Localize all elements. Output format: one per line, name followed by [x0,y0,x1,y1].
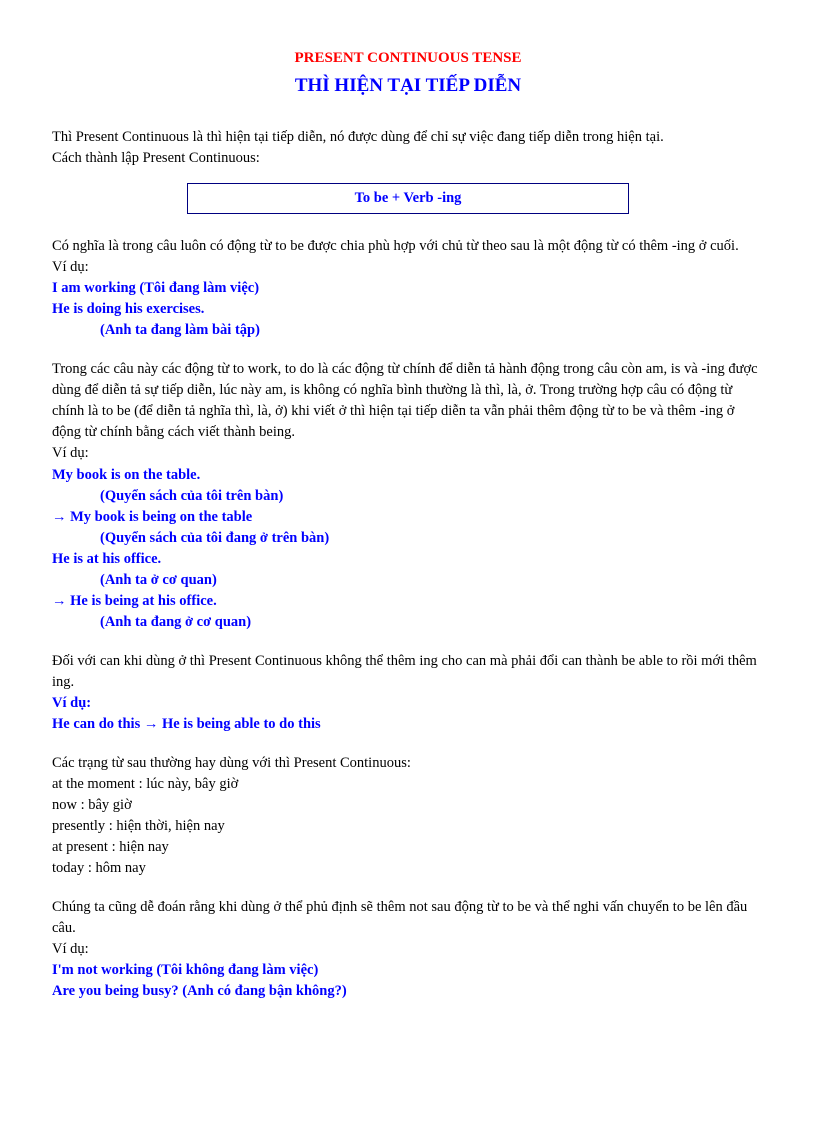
section5-ex1: I'm not working (Tôi không đang làm việc… [52,960,764,981]
section2-ex1: My book is on the table. [52,465,764,486]
section2-p1: Trong các câu này các động từ to work, t… [52,359,764,443]
section4-adv3: presently : hiện thời, hiện nay [52,816,764,837]
title-line1: PRESENT CONTINUOUS TENSE [52,48,764,70]
section4-adv2: now : bây giờ [52,795,764,816]
title-line2: THÌ HIỆN TẠI TIẾP DIỄN [52,72,764,100]
section5-ex2: Are you being busy? (Anh có đang bận khô… [52,981,764,1002]
section1-p1: Có nghĩa là trong câu luôn có động từ to… [52,236,764,257]
section4-adv5: today : hôm nay [52,858,764,879]
intro-p2: Cách thành lập Present Continuous: [52,148,764,169]
section2-ex4b: (Anh ta đang ở cơ quan) [52,612,764,633]
formula-box: To be + Verb -ing [187,183,629,214]
section4-adv1: at the moment : lúc này, bây giờ [52,774,764,795]
section1-ex2: He is doing his exercises. [52,299,764,320]
section4-p1: Các trạng từ sau thường hay dùng với thì… [52,753,764,774]
intro-p1: Thì Present Continuous là thì hiện tại t… [52,127,764,148]
section2-ex1b: (Quyển sách của tôi trên bàn) [52,486,764,507]
title-block: PRESENT CONTINUOUS TENSE THÌ HIỆN TẠI TI… [52,48,764,99]
section3-ex1: He can do this → He is being able to do … [52,714,764,735]
section4-adv4: at present : hiện nay [52,837,764,858]
section1-vd: Ví dụ: [52,257,764,278]
section3-p1: Đối với can khi dùng ở thì Present Conti… [52,651,764,693]
section1-ex1: I am working (Tôi đang làm việc) [52,278,764,299]
section2-ex2b: (Quyển sách của tôi đang ở trên bàn) [52,528,764,549]
section5-vd: Ví dụ: [52,939,764,960]
section2-vd: Ví dụ: [52,443,764,464]
section2-ex3: He is at his office. [52,549,764,570]
section1-ex2b: (Anh ta đang làm bài tập) [52,320,764,341]
section2-ex2: → My book is being on the table [52,507,764,528]
section2-ex4: → He is being at his office. [52,591,764,612]
section3-vd: Ví dụ: [52,693,764,714]
section2-ex3b: (Anh ta ở cơ quan) [52,570,764,591]
section5-p1: Chúng ta cũng dễ đoán rằng khi dùng ở th… [52,897,764,939]
